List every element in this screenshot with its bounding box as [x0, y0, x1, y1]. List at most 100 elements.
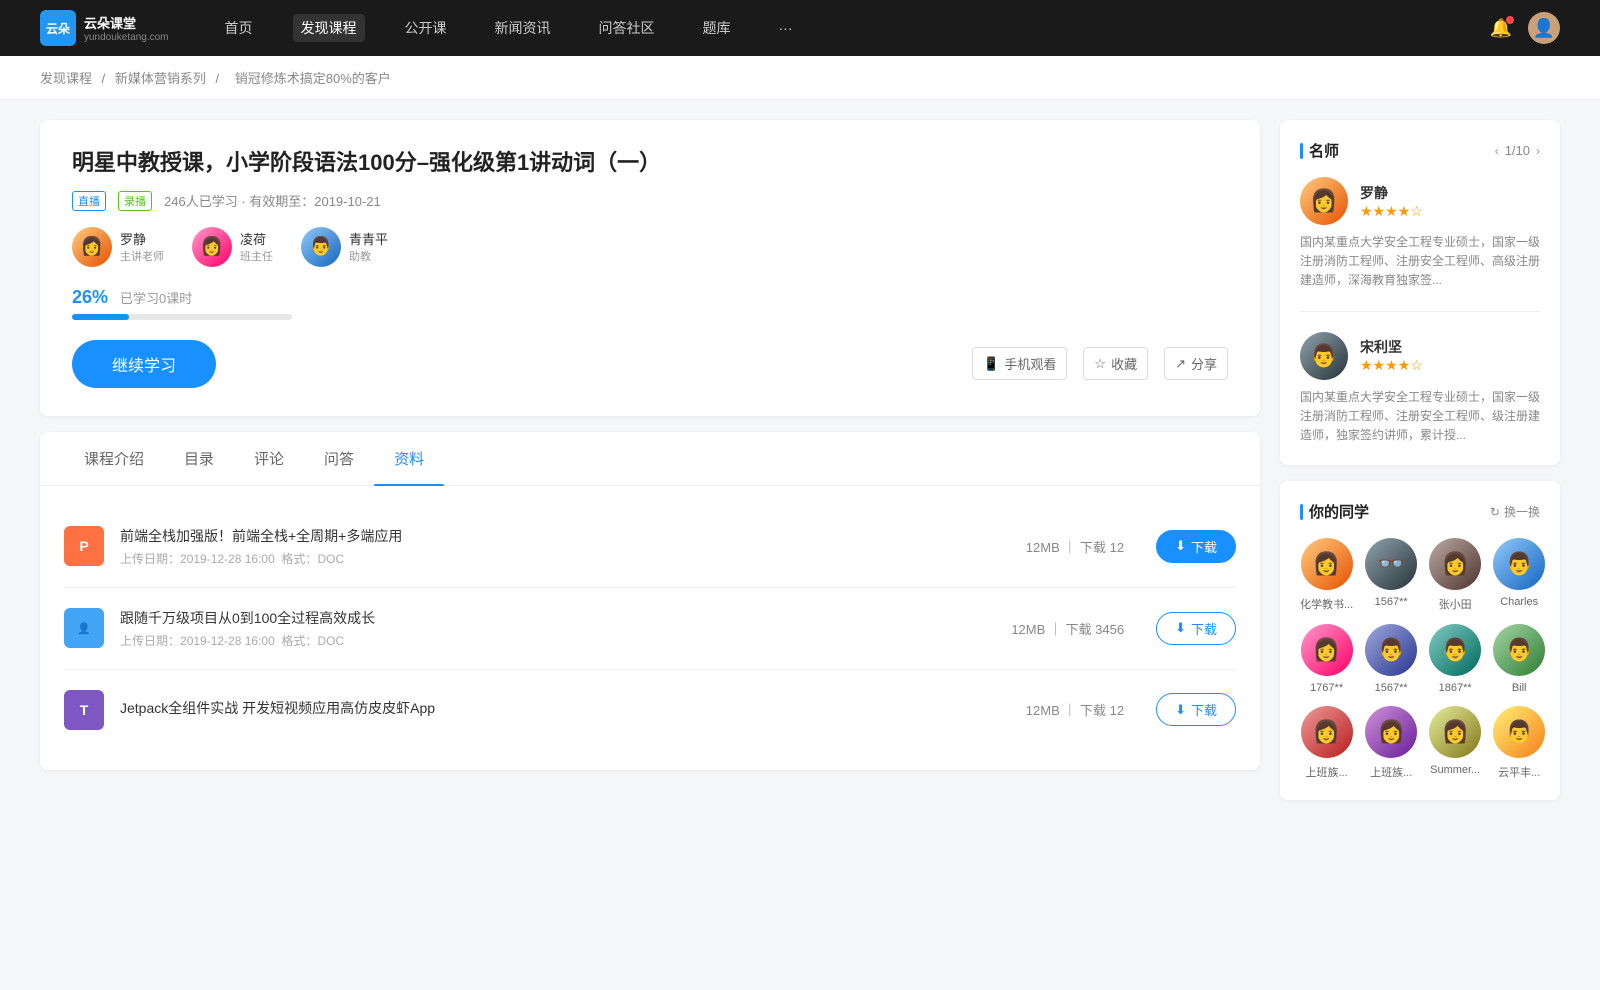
students-sidebar-header: 你的同学 ↻ 换一换: [1300, 501, 1540, 522]
download-button-1[interactable]: ⬇ 下载: [1156, 530, 1236, 563]
breadcrumb-sep-2: /: [216, 71, 223, 86]
collect-button[interactable]: ☆ 收藏: [1083, 347, 1148, 380]
student-12[interactable]: 👨 云平丰...: [1493, 706, 1545, 780]
teacher-sidebar-avatar-1: 👩: [1300, 177, 1348, 225]
student-name-4: Charles: [1493, 596, 1545, 608]
progress-bar-bg: [72, 314, 292, 320]
share-icon: ↗: [1175, 356, 1186, 372]
students-sidebar-card: 你的同学 ↻ 换一换 👩 化学教书... 👓 1567** 👩 张小田: [1280, 481, 1560, 800]
student-4[interactable]: 👨 Charles: [1493, 538, 1545, 612]
continue-study-button[interactable]: 继续学习: [72, 340, 216, 388]
student-5[interactable]: 👩 1767**: [1300, 624, 1353, 694]
breadcrumb-link-discover[interactable]: 发现课程: [40, 71, 92, 86]
teacher-sidebar-info-2: 宋利坚 ★★★★☆: [1360, 337, 1423, 374]
nav-public[interactable]: 公开课: [397, 14, 455, 42]
teacher-1-info: 罗静 主讲老师: [120, 229, 164, 264]
tab-intro[interactable]: 课程介绍: [64, 432, 164, 485]
teachers-pagination: ‹ 1/10 ›: [1495, 143, 1540, 158]
student-6[interactable]: 👨 1567**: [1365, 624, 1417, 694]
tab-materials[interactable]: 资料: [374, 432, 444, 485]
share-button[interactable]: ↗ 分享: [1164, 347, 1228, 380]
breadcrumb: 发现课程 / 新媒体营销系列 / 销冠修炼术搞定80%的客户: [0, 56, 1600, 100]
teacher-2-role: 班主任: [240, 248, 273, 264]
student-name-11: Summer...: [1429, 764, 1481, 776]
nav-news[interactable]: 新闻资讯: [487, 14, 559, 42]
sidebar: 名师 ‹ 1/10 › 👩 罗静 ★★★★☆ 国内某重点大学安全工程专业硕士，国…: [1280, 120, 1560, 816]
student-9[interactable]: 👩 上班族...: [1300, 706, 1353, 780]
student-name-7: 1867**: [1429, 682, 1481, 694]
teachers-sidebar-header: 名师 ‹ 1/10 ›: [1300, 140, 1540, 161]
file-name-3: Jetpack全组件实战 开发短视频应用高仿皮皮虾App: [120, 698, 1010, 718]
student-name-2: 1567**: [1365, 596, 1417, 608]
notification-bell[interactable]: 🔔: [1490, 18, 1512, 39]
student-11[interactable]: 👩 Summer...: [1429, 706, 1481, 780]
teacher-sidebar-2: 👨 宋利坚 ★★★★☆ 国内某重点大学安全工程专业硕士，国家一级注册消防工程师、…: [1300, 332, 1540, 446]
course-meta: 直播 录播 246人已学习 · 有效期至：2019-10-21: [72, 191, 1228, 211]
teacher-2-avatar: 👩: [192, 227, 232, 267]
nav-discover[interactable]: 发现课程: [293, 14, 365, 42]
student-avatar-8: 👨: [1493, 624, 1545, 676]
student-7[interactable]: 👨 1867**: [1429, 624, 1481, 694]
teacher-3-role: 助教: [349, 248, 388, 264]
teacher-sidebar-info-1: 罗静 ★★★★☆: [1360, 183, 1423, 220]
mobile-icon: 📱: [983, 356, 999, 372]
user-avatar-nav[interactable]: 👤: [1528, 12, 1560, 44]
file-stats-2: 12MB ｜ 下载 3456: [1011, 619, 1124, 638]
student-1[interactable]: 👩 化学教书...: [1300, 538, 1353, 612]
logo-text: 云朵课堂 yundouketang.com: [84, 13, 169, 43]
navbar: 云朵 云朵课堂 yundouketang.com 首页 发现课程 公开课 新闻资…: [0, 0, 1600, 56]
file-item-1: P 前端全栈加强版！前端全栈+全周期+多端应用 上传日期：2019-12-28 …: [64, 506, 1236, 588]
action-row: 继续学习 📱 手机观看 ☆ 收藏 ↗ 分享: [72, 340, 1228, 388]
teacher-3: 👨 青青平 助教: [301, 227, 388, 267]
logo[interactable]: 云朵 云朵课堂 yundouketang.com: [40, 10, 169, 46]
student-2[interactable]: 👓 1567**: [1365, 538, 1417, 612]
student-8[interactable]: 👨 Bill: [1493, 624, 1545, 694]
course-title: 明星中教授课，小学阶段语法100分–强化级第1讲动词（一）: [72, 148, 1228, 179]
student-name-5: 1767**: [1300, 682, 1353, 694]
file-name-1: 前端全栈加强版！前端全栈+全周期+多端应用: [120, 526, 1010, 546]
nav-home[interactable]: 首页: [217, 14, 261, 42]
download-icon-1: ⬇: [1175, 538, 1186, 554]
tab-qa[interactable]: 问答: [304, 432, 374, 485]
teacher-sidebar-1: 👩 罗静 ★★★★☆ 国内某重点大学安全工程专业硕士，国家一级注册消防工程师、注…: [1300, 177, 1540, 312]
student-avatar-12: 👨: [1493, 706, 1545, 758]
teacher-2: 👩 凌荷 班主任: [192, 227, 273, 267]
file-stats-3: 12MB ｜ 下载 12: [1026, 700, 1124, 719]
teacher-sidebar-stars-2: ★★★★☆: [1360, 357, 1423, 374]
student-avatar-11: 👩: [1429, 706, 1481, 758]
file-item-2: 👤 跟随千万级项目从0到100全过程高效成长 上传日期：2019-12-28 1…: [64, 588, 1236, 670]
nav-more[interactable]: ···: [771, 16, 801, 40]
tab-review[interactable]: 评论: [234, 432, 304, 485]
student-avatar-7: 👨: [1429, 624, 1481, 676]
file-info-1: 前端全栈加强版！前端全栈+全周期+多端应用 上传日期：2019-12-28 16…: [120, 526, 1010, 567]
breadcrumb-link-series[interactable]: 新媒体营销系列: [115, 71, 206, 86]
students-grid: 👩 化学教书... 👓 1567** 👩 张小田 👨 Charles 👩: [1300, 538, 1540, 780]
tabs-content: P 前端全栈加强版！前端全栈+全周期+多端应用 上传日期：2019-12-28 …: [40, 486, 1260, 770]
student-avatar-2: 👓: [1365, 538, 1417, 590]
tab-catalog[interactable]: 目录: [164, 432, 234, 485]
student-name-12: 云平丰...: [1493, 764, 1545, 780]
student-10[interactable]: 👩 上班族...: [1365, 706, 1417, 780]
teachers-page: 1/10: [1505, 143, 1530, 158]
prev-teacher-btn[interactable]: ‹: [1495, 144, 1499, 158]
nav-bank[interactable]: 题库: [695, 14, 739, 42]
student-avatar-1: 👩: [1301, 538, 1353, 590]
download-button-2[interactable]: ⬇ 下载: [1156, 612, 1236, 645]
next-teacher-btn[interactable]: ›: [1536, 144, 1540, 158]
teacher-sidebar-name-1: 罗静: [1360, 183, 1423, 203]
student-name-8: Bill: [1493, 682, 1545, 694]
teacher-2-name: 凌荷: [240, 229, 273, 248]
file-info-2: 跟随千万级项目从0到100全过程高效成长 上传日期：2019-12-28 16:…: [120, 608, 995, 649]
student-avatar-4: 👨: [1493, 538, 1545, 590]
nav-qa[interactable]: 问答社区: [591, 14, 663, 42]
teacher-3-info: 青青平 助教: [349, 229, 388, 264]
download-button-3[interactable]: ⬇ 下载: [1156, 693, 1236, 726]
progress-percent: 26%: [72, 287, 108, 308]
student-3[interactable]: 👩 张小田: [1429, 538, 1481, 612]
student-name-6: 1567**: [1365, 682, 1417, 694]
student-avatar-6: 👨: [1365, 624, 1417, 676]
tag-live: 直播: [72, 191, 106, 211]
refresh-students-btn[interactable]: ↻ 换一换: [1490, 503, 1540, 520]
tabs-header: 课程介绍 目录 评论 问答 资料: [40, 432, 1260, 486]
mobile-watch-button[interactable]: 📱 手机观看: [972, 347, 1067, 380]
